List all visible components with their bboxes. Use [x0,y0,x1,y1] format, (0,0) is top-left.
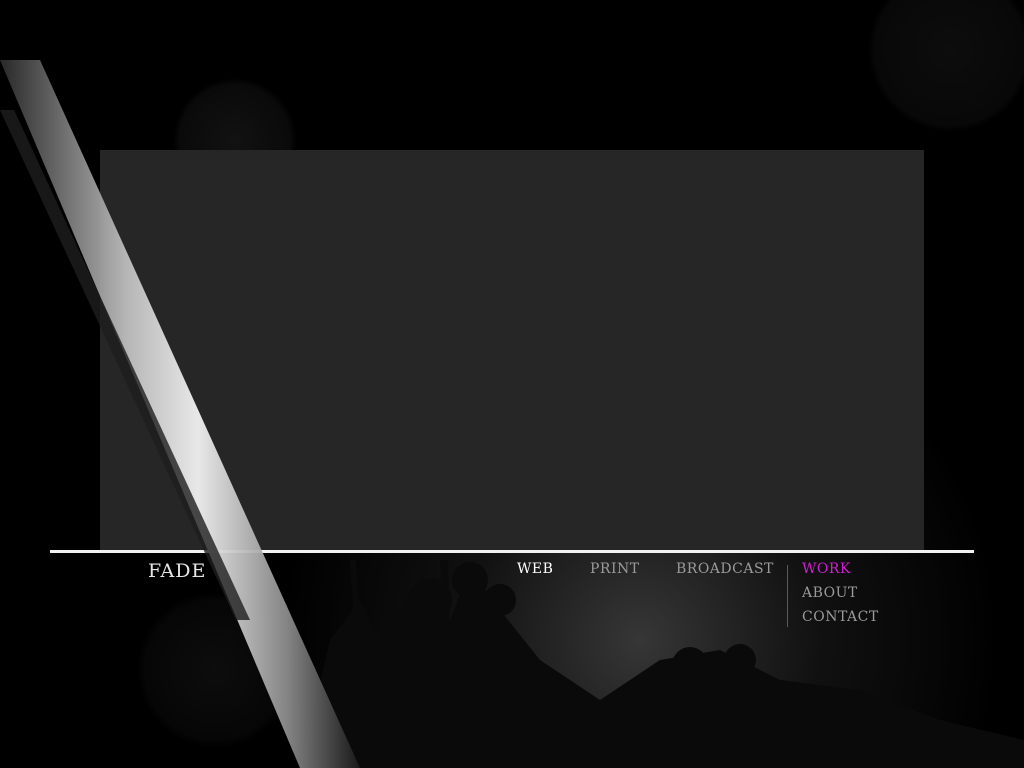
brand-logo[interactable]: FADE [148,560,206,582]
nav-work-link[interactable]: WORK [802,561,851,577]
divider-line [50,550,974,553]
nav-about-link[interactable]: ABOUT [802,585,858,601]
nav-separator [787,565,788,627]
category-print-link[interactable]: PRINT [590,561,640,577]
content-panel [100,150,924,550]
category-broadcast-link[interactable]: BROADCAST [676,561,774,577]
category-web-link[interactable]: WEB [517,561,553,577]
nav-contact-link[interactable]: CONTACT [802,609,879,625]
page-background: FADE WEB PRINT BROADCAST WORK ABOUT CONT… [0,0,1024,768]
